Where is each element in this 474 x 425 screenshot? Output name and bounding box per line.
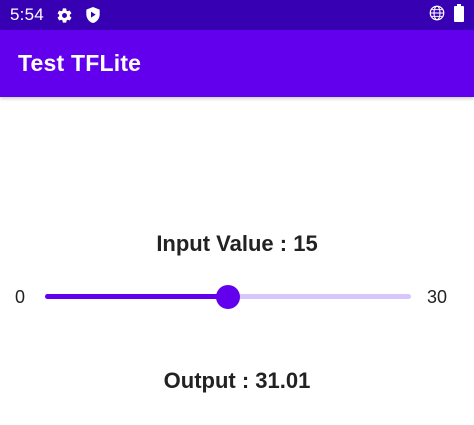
app-title: Test TFLite — [18, 50, 142, 76]
input-value-label: Input Value : 15 — [156, 231, 318, 256]
app-bar: Test TFLite — [0, 30, 474, 97]
status-bar: 5:54 — [0, 0, 474, 30]
slider-active-track — [45, 294, 228, 299]
battery-icon — [454, 3, 464, 27]
settings-icon — [56, 7, 73, 24]
slider-min-label: 0 — [15, 287, 26, 307]
output-label: Output : 31.01 — [163, 368, 311, 393]
globe-icon — [428, 4, 446, 27]
slider-thumb[interactable] — [216, 285, 240, 309]
status-time: 5:54 — [10, 5, 44, 24]
shield-icon — [85, 6, 101, 24]
slider-max-label: 30 — [427, 287, 448, 307]
input-slider-row: 0 30 — [0, 280, 474, 314]
input-slider[interactable] — [45, 285, 411, 309]
